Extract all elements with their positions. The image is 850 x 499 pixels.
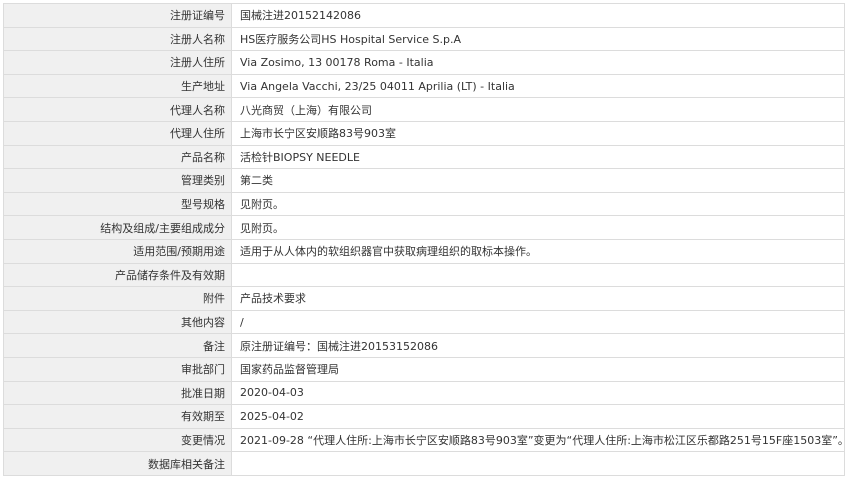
row-value: 上海市长宁区安顺路83号903室 <box>231 120 845 146</box>
row-label: 注册人名称 <box>3 26 232 52</box>
row-value: 产品技术要求 <box>231 286 845 311</box>
row-value: 适用于从人体内的软组织器官中获取病理组织的取标本操作。 <box>231 238 845 264</box>
table-row: 生产地址 Via Angela Vacchi, 23/25 04011 Apri… <box>3 73 845 99</box>
row-value: 原注册证编号：国械注进20153152086 <box>231 333 845 358</box>
row-label: 型号规格 <box>3 191 232 217</box>
row-label: 注册人住所 <box>3 50 232 75</box>
row-label: 有效期至 <box>3 404 232 429</box>
row-value: 活检针BIOPSY NEEDLE <box>231 144 845 170</box>
table-row: 附件 产品技术要求 <box>3 286 845 311</box>
row-value: 2020-04-03 <box>231 380 845 406</box>
table-row: 适用范围/预期用途 适用于从人体内的软组织器官中获取病理组织的取标本操作。 <box>3 238 845 264</box>
row-label: 产品名称 <box>3 144 232 170</box>
registration-record-table: 注册证编号 国械注进20152142086 注册人名称 HS医疗服务公司HS H… <box>3 3 845 476</box>
table-row: 审批部门 国家药品监督管理局 <box>3 356 845 382</box>
table-row: 代理人名称 八光商贸（上海）有限公司 <box>3 97 845 122</box>
table-row: 注册人名称 HS医疗服务公司HS Hospital Service S.p.A <box>3 26 845 52</box>
row-label: 附件 <box>3 286 232 311</box>
row-label: 备注 <box>3 333 232 358</box>
row-label: 生产地址 <box>3 73 232 99</box>
table-row: 型号规格 见附页。 <box>3 191 845 217</box>
row-label: 代理人住所 <box>3 120 232 146</box>
row-label: 数据库相关备注 <box>3 451 232 476</box>
row-value: 国械注进20152142086 <box>231 3 845 28</box>
row-label: 产品储存条件及有效期 <box>3 262 232 288</box>
row-label: 结构及组成/主要组成成分 <box>3 215 232 240</box>
row-value: 八光商贸（上海）有限公司 <box>231 97 845 122</box>
row-label: 其他内容 <box>3 309 232 335</box>
row-label: 批准日期 <box>3 380 232 406</box>
table-row: 其他内容 / <box>3 309 845 335</box>
row-label: 审批部门 <box>3 356 232 382</box>
table-row: 注册人住所 Via Zosimo, 13 00178 Roma - Italia <box>3 50 845 75</box>
table-row: 数据库相关备注 <box>3 451 845 476</box>
row-value: Via Zosimo, 13 00178 Roma - Italia <box>231 50 845 75</box>
row-value: Via Angela Vacchi, 23/25 04011 Aprilia (… <box>231 73 845 99</box>
row-value: 见附页。 <box>231 191 845 217</box>
row-value <box>231 262 845 288</box>
row-value: 2025-04-02 <box>231 404 845 429</box>
row-value: 国家药品监督管理局 <box>231 356 845 382</box>
table-row: 产品储存条件及有效期 <box>3 262 845 288</box>
row-value: / <box>231 309 845 335</box>
row-value: HS医疗服务公司HS Hospital Service S.p.A <box>231 26 845 52</box>
table-row: 变更情况 2021-09-28 “代理人住所:上海市长宁区安顺路83号903室”… <box>3 427 845 453</box>
row-value: 2021-09-28 “代理人住所:上海市长宁区安顺路83号903室”变更为“代… <box>231 427 845 453</box>
row-label: 适用范围/预期用途 <box>3 238 232 264</box>
row-value <box>231 451 845 476</box>
table-row: 注册证编号 国械注进20152142086 <box>3 3 845 28</box>
table-row: 备注 原注册证编号：国械注进20153152086 <box>3 333 845 358</box>
row-value: 第二类 <box>231 168 845 193</box>
row-label: 管理类别 <box>3 168 232 193</box>
table-row: 产品名称 活检针BIOPSY NEEDLE <box>3 144 845 170</box>
table-row: 批准日期 2020-04-03 <box>3 380 845 406</box>
row-value: 见附页。 <box>231 215 845 240</box>
row-label: 变更情况 <box>3 427 232 453</box>
row-label: 代理人名称 <box>3 97 232 122</box>
table-row: 管理类别 第二类 <box>3 168 845 193</box>
table-row: 代理人住所 上海市长宁区安顺路83号903室 <box>3 120 845 146</box>
table-row: 有效期至 2025-04-02 <box>3 404 845 429</box>
row-label: 注册证编号 <box>3 3 232 28</box>
table-row: 结构及组成/主要组成成分 见附页。 <box>3 215 845 240</box>
